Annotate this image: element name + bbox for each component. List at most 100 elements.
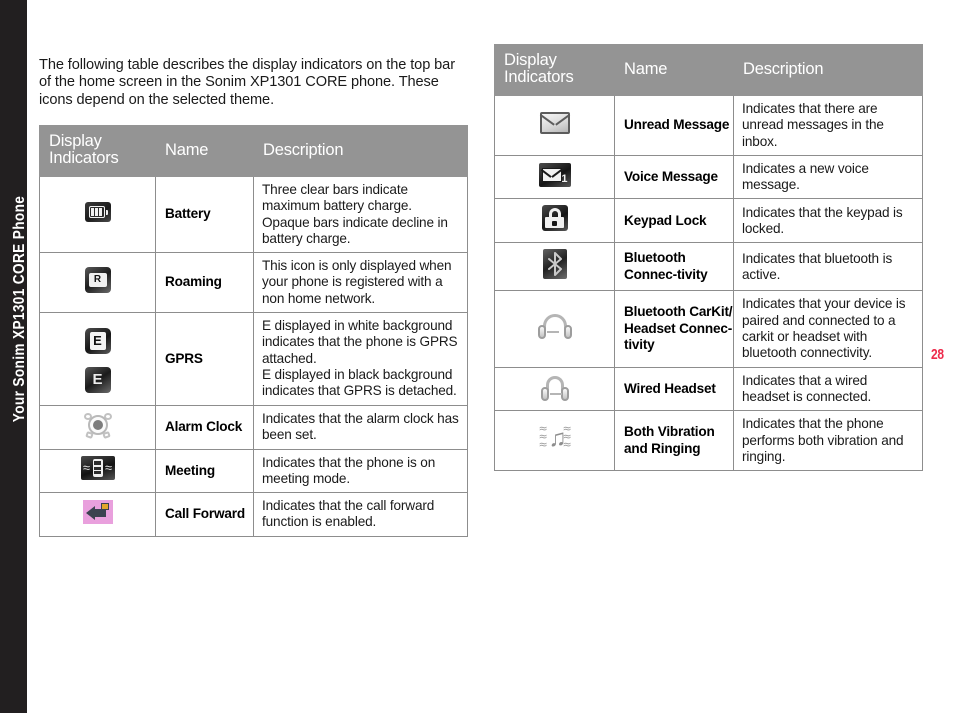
gprs-white-letter: E	[89, 332, 106, 351]
gprs-detached-icon: E	[84, 367, 111, 394]
indicator-icon-cell	[39, 492, 156, 537]
indicator-icon-cell	[494, 290, 615, 368]
table-row: ≈ ≈ ≈ ♫ ≈ ≈ ≈ Both Vibration and Ringing…	[494, 410, 923, 472]
meeting-icon: ≈ ≈	[80, 456, 115, 481]
indicator-description: Indicates that the call forward function…	[253, 492, 468, 537]
indicator-name: GPRS	[155, 312, 254, 406]
table-row: R Roaming This icon is only displayed wh…	[39, 252, 468, 314]
table-row: 1 Voice Message Indicates a new voice me…	[494, 154, 923, 200]
phone-keys	[94, 467, 101, 470]
indicator-icon-cell	[39, 404, 156, 450]
phone-screen	[94, 461, 101, 466]
indicator-description: Indicates that your device is paired and…	[733, 290, 923, 368]
indicator-icon-cell: 1	[494, 154, 615, 200]
indicator-name: Keypad Lock	[614, 198, 734, 244]
roaming-plate: R	[88, 273, 107, 288]
indicator-icon-cell: R	[39, 252, 156, 314]
call-forward-badge	[100, 502, 109, 510]
headset-earcup-left	[537, 324, 546, 339]
header-description: Description	[253, 125, 468, 177]
indicator-description: Three clear bars indicate maximum batter…	[253, 175, 468, 254]
headset-band	[542, 313, 567, 331]
page-number: 28	[931, 346, 944, 363]
table-row: Call Forward Indicates that the call for…	[39, 492, 468, 537]
indicator-icon-cell	[39, 175, 156, 254]
arrow-tail	[93, 508, 106, 517]
lock-body	[545, 217, 564, 229]
battery-body	[88, 206, 105, 219]
indicator-name: Meeting	[155, 448, 254, 494]
indicator-icon-cell: E E	[39, 312, 156, 406]
indicator-name: Wired Headset	[614, 366, 734, 412]
indicator-icon-cell	[494, 366, 615, 412]
indicator-icon-cell: ≈ ≈	[39, 448, 156, 494]
indicator-icon-cell	[494, 242, 615, 292]
page-spine: Your Sonim XP1301 CORE Phone	[0, 0, 28, 713]
header-display-indicators: Display Indicators	[494, 44, 615, 96]
indicator-description: Indicates a new voice message.	[733, 154, 923, 200]
indicator-icon-cell	[494, 95, 615, 156]
vibration-wave-left: ≈ ≈ ≈	[538, 422, 548, 452]
display-indicators-table-right: Display Indicators Name Description Unre…	[494, 44, 923, 472]
intro-paragraph: The following table describes the displa…	[39, 56, 455, 108]
indicator-name: Call Forward	[155, 492, 254, 537]
indicator-name: Bluetooth Connec-tivity	[614, 242, 734, 292]
unread-message-icon	[539, 111, 570, 134]
bluetooth-glyph	[547, 252, 562, 277]
table-row: Alarm Clock Indicates that the alarm clo…	[39, 404, 468, 450]
wired-headset-icon	[540, 374, 569, 401]
gprs-attached-icon: E	[84, 328, 111, 355]
header-display-indicators: Display Indicators	[39, 125, 156, 177]
alarm-foot-left	[84, 430, 94, 439]
indicator-description: Indicates that a wired headset is connec…	[733, 366, 923, 412]
battery-tip	[105, 209, 108, 215]
bluetooth-headset-icon	[537, 312, 572, 342]
bluetooth-icon	[542, 249, 567, 280]
alarm-clock-icon	[83, 412, 112, 439]
indicator-name: Voice Message	[614, 154, 734, 200]
battery-bar	[90, 208, 94, 217]
indicator-description: Indicates that there are unread messages…	[733, 95, 923, 156]
vibration-wave-left: ≈	[82, 460, 91, 476]
indicator-name: Unread Message	[614, 95, 734, 156]
header-name: Name	[155, 125, 254, 177]
header-description: Description	[733, 44, 923, 96]
vibration-wave-right: ≈	[104, 460, 113, 476]
voice-message-count: 1	[561, 172, 568, 185]
table-row: Keypad Lock Indicates that the keypad is…	[494, 198, 923, 244]
headset-earcup-right	[560, 386, 569, 401]
indicator-description: Indicates that the alarm clock has been …	[253, 404, 468, 450]
table-row: Unread Message Indicates that there are …	[494, 95, 923, 156]
spine-chapter-label: Your Sonim XP1301 CORE Phone	[11, 195, 28, 423]
table-row: E E GPRS E displayed in white background…	[39, 312, 468, 406]
alarm-dial	[92, 419, 103, 430]
headset-earcup-left	[540, 386, 549, 401]
alarm-foot-right	[101, 430, 111, 439]
vibration-ringing-icon: ≈ ≈ ≈ ♫ ≈ ≈ ≈	[538, 422, 572, 452]
indicator-icon-cell	[494, 198, 615, 244]
table-row: ≈ ≈ Meeting Indicates that the phone is …	[39, 448, 468, 494]
roaming-letter: R	[93, 274, 102, 286]
vibration-wave-right: ≈ ≈ ≈	[562, 422, 572, 452]
indicator-name: Roaming	[155, 252, 254, 314]
header-name: Name	[614, 44, 734, 96]
headset-earcup-right	[563, 324, 572, 339]
indicator-description: Indicates that the phone performs both v…	[733, 410, 923, 472]
indicator-description: Indicates that the phone is on meeting m…	[253, 448, 468, 494]
battery-bar	[98, 208, 102, 217]
battery-icon	[84, 202, 111, 223]
indicator-name: Bluetooth CarKit/ Headset Connec-tivity	[614, 290, 734, 368]
table-header-row: Display Indicators Name Description	[39, 125, 468, 177]
manual-page: Your Sonim XP1301 CORE Phone 28 The foll…	[0, 0, 970, 713]
phone-keys	[94, 471, 101, 474]
indicator-description: This icon is only displayed when your ph…	[253, 252, 468, 314]
envelope-shape	[541, 167, 562, 182]
table-row: Battery Three clear bars indicate maximu…	[39, 175, 468, 254]
call-forward-icon	[82, 499, 113, 524]
voice-message-icon: 1	[538, 162, 571, 187]
battery-bar	[94, 208, 98, 217]
indicator-description: E displayed in white background indicate…	[253, 312, 468, 406]
indicator-description: Indicates that the keypad is locked.	[733, 198, 923, 244]
indicator-name: Both Vibration and Ringing	[614, 410, 734, 472]
indicator-icon-cell: ≈ ≈ ≈ ♫ ≈ ≈ ≈	[494, 410, 615, 472]
